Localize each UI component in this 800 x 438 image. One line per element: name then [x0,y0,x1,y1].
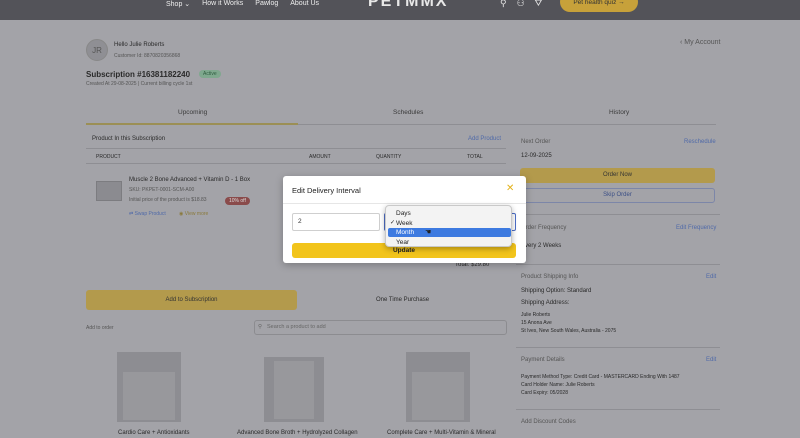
option-month[interactable]: Month [388,228,511,237]
divider [516,409,720,410]
product-image [123,372,175,420]
nav-how-it-works[interactable]: How it Works [202,0,243,8]
catalog-name[interactable]: Complete Care + Multi-Vitamin & Mineral [387,430,496,436]
product-image [96,181,122,201]
swap-product-link[interactable]: ⇄ Swap Product [129,211,166,217]
skip-order-button[interactable]: Skip Order [520,188,715,203]
product-sku: SKU: PKPET-0001-SCM-A00 [129,187,195,193]
add-to-order-label: Add to order [86,325,114,331]
nav-about-us[interactable]: About Us [290,0,319,8]
option-week-label: Week [396,219,413,227]
nav-shop[interactable]: Shop ⌄ [166,0,190,8]
address-line: Julie Roberts [521,312,551,318]
frequency-value: Every 2 Weeks [521,243,562,249]
tab-history[interactable]: History [609,109,629,116]
product-name: Muscle 2 Bone Advanced + Vitamin D - 1 B… [129,177,251,183]
catalog-card[interactable] [264,357,324,422]
product-image [412,372,464,420]
cart-icon[interactable]: ⛛ [535,0,543,9]
eye-icon: ◉ [179,211,184,217]
option-year[interactable]: Year [388,238,511,247]
header-icons: ⚲ ⚇ ⛛ [500,0,542,9]
page: Shop ⌄ How it Works Pawlog About Us PETM… [0,0,800,438]
view-more-link[interactable]: ◉ View more [179,211,208,217]
catalog-card[interactable] [117,352,181,422]
divider [516,214,720,215]
subscription-created: Created At 29-08-2025 | Current billing … [86,81,193,87]
product-search-input[interactable]: ⚲ Search a product to add [254,320,507,335]
address-line: St Ives, New South Wales, Australia - 20… [521,328,617,334]
swap-product-label: Swap Product [134,211,166,217]
address-line: 15 Anona Ave [521,320,552,326]
subscription-title: Subscription #16381182240 [86,70,191,79]
edit-frequency-link[interactable]: Edit Frequency [676,225,716,231]
greeting: Hello Julie Roberts [114,42,165,48]
products-section-title: Product In this Subscription [92,136,166,142]
divider [516,347,720,348]
catalog-name[interactable]: Cardio Care + Antioxidants [118,430,190,436]
col-product: PRODUCT [96,154,121,160]
option-days[interactable]: Days [388,209,511,218]
checkmark-icon: ✓ [390,219,396,226]
option-week[interactable]: ✓ Week [388,219,511,228]
status-badge: Active [199,70,221,78]
shipping-title: Product Shipping Info [521,274,579,280]
pet-health-quiz-button[interactable]: Pet health quiz → [560,0,638,12]
tab-upcoming[interactable]: Upcoming [178,109,207,116]
shipping-address-label: Shipping Address: [521,300,570,306]
close-icon[interactable]: ✕ [506,184,514,194]
nav-pawlog[interactable]: Pawlog [255,0,278,8]
col-quantity: QUANTITY [376,154,402,160]
active-tab-indicator [86,123,298,125]
discount-badge: 10% off [225,197,250,205]
divider [86,148,506,149]
next-order-date: 12-09-2025 [521,153,552,159]
swap-icon: ⇄ [129,211,134,217]
next-order-label: Next Order [521,139,551,145]
payment-line: Card Expiry: 05/2028 [521,390,568,396]
col-total: TOTAL [467,154,483,160]
payment-line: Payment Method Type: Credit Card - MASTE… [521,374,680,380]
interval-number-input[interactable]: 2 [292,213,380,231]
payment-title: Payment Details [521,357,565,363]
top-nav-bar: Shop ⌄ How it Works Pawlog About Us PETM… [0,0,800,20]
catalog-card[interactable] [406,352,470,422]
avatar: JR [86,39,108,61]
order-frequency-label: Order Frequency [521,225,567,231]
search-icon: ⚲ [258,324,263,330]
mouse-cursor-icon: ☚ [425,229,432,236]
edit-shipping-link[interactable]: Edit [706,274,716,280]
shipping-option: Shipping Option: Standard [521,288,592,294]
divider [86,163,506,164]
add-to-subscription-button[interactable]: Add to Subscription [86,290,297,310]
search-placeholder: Search a product to add [267,324,326,330]
one-time-purchase-button[interactable]: One Time Purchase [376,297,429,303]
add-product-link[interactable]: Add Product [468,136,501,142]
discount-codes-label[interactable]: Add Discount Codes [521,419,576,425]
user-icon[interactable]: ⚇ [517,0,525,9]
view-more-label: View more [184,211,209,217]
modal-divider [283,203,526,204]
tab-schedules[interactable]: Schedules [393,109,423,116]
brand-logo[interactable]: PETMMX [368,0,448,11]
interval-unit-dropdown: Days ✓ Week Month Year [385,205,512,247]
catalog-name[interactable]: Advanced Bone Broth + Hydrolyzed Collage… [237,430,358,436]
modal-title: Edit Delivery Interval [292,186,361,195]
my-account-link[interactable]: ‹ My Account [680,39,720,46]
product-price: Initial price of the product is $18.83 [129,197,207,203]
main-nav: Shop ⌄ How it Works Pawlog About Us [166,0,319,8]
product-image [274,361,314,419]
reschedule-link[interactable]: Reschedule [684,139,716,145]
col-amount: AMOUNT [309,154,331,160]
search-icon[interactable]: ⚲ [500,0,507,9]
subscription-tabs: Upcoming Schedules History [86,105,716,125]
edit-payment-link[interactable]: Edit [706,357,716,363]
order-now-button[interactable]: Order Now [520,168,715,183]
divider [516,264,720,265]
customer-id: Customer Id: 8870820356868 [114,53,181,59]
payment-line: Card Holder Name: Julie Roberts [521,382,595,388]
